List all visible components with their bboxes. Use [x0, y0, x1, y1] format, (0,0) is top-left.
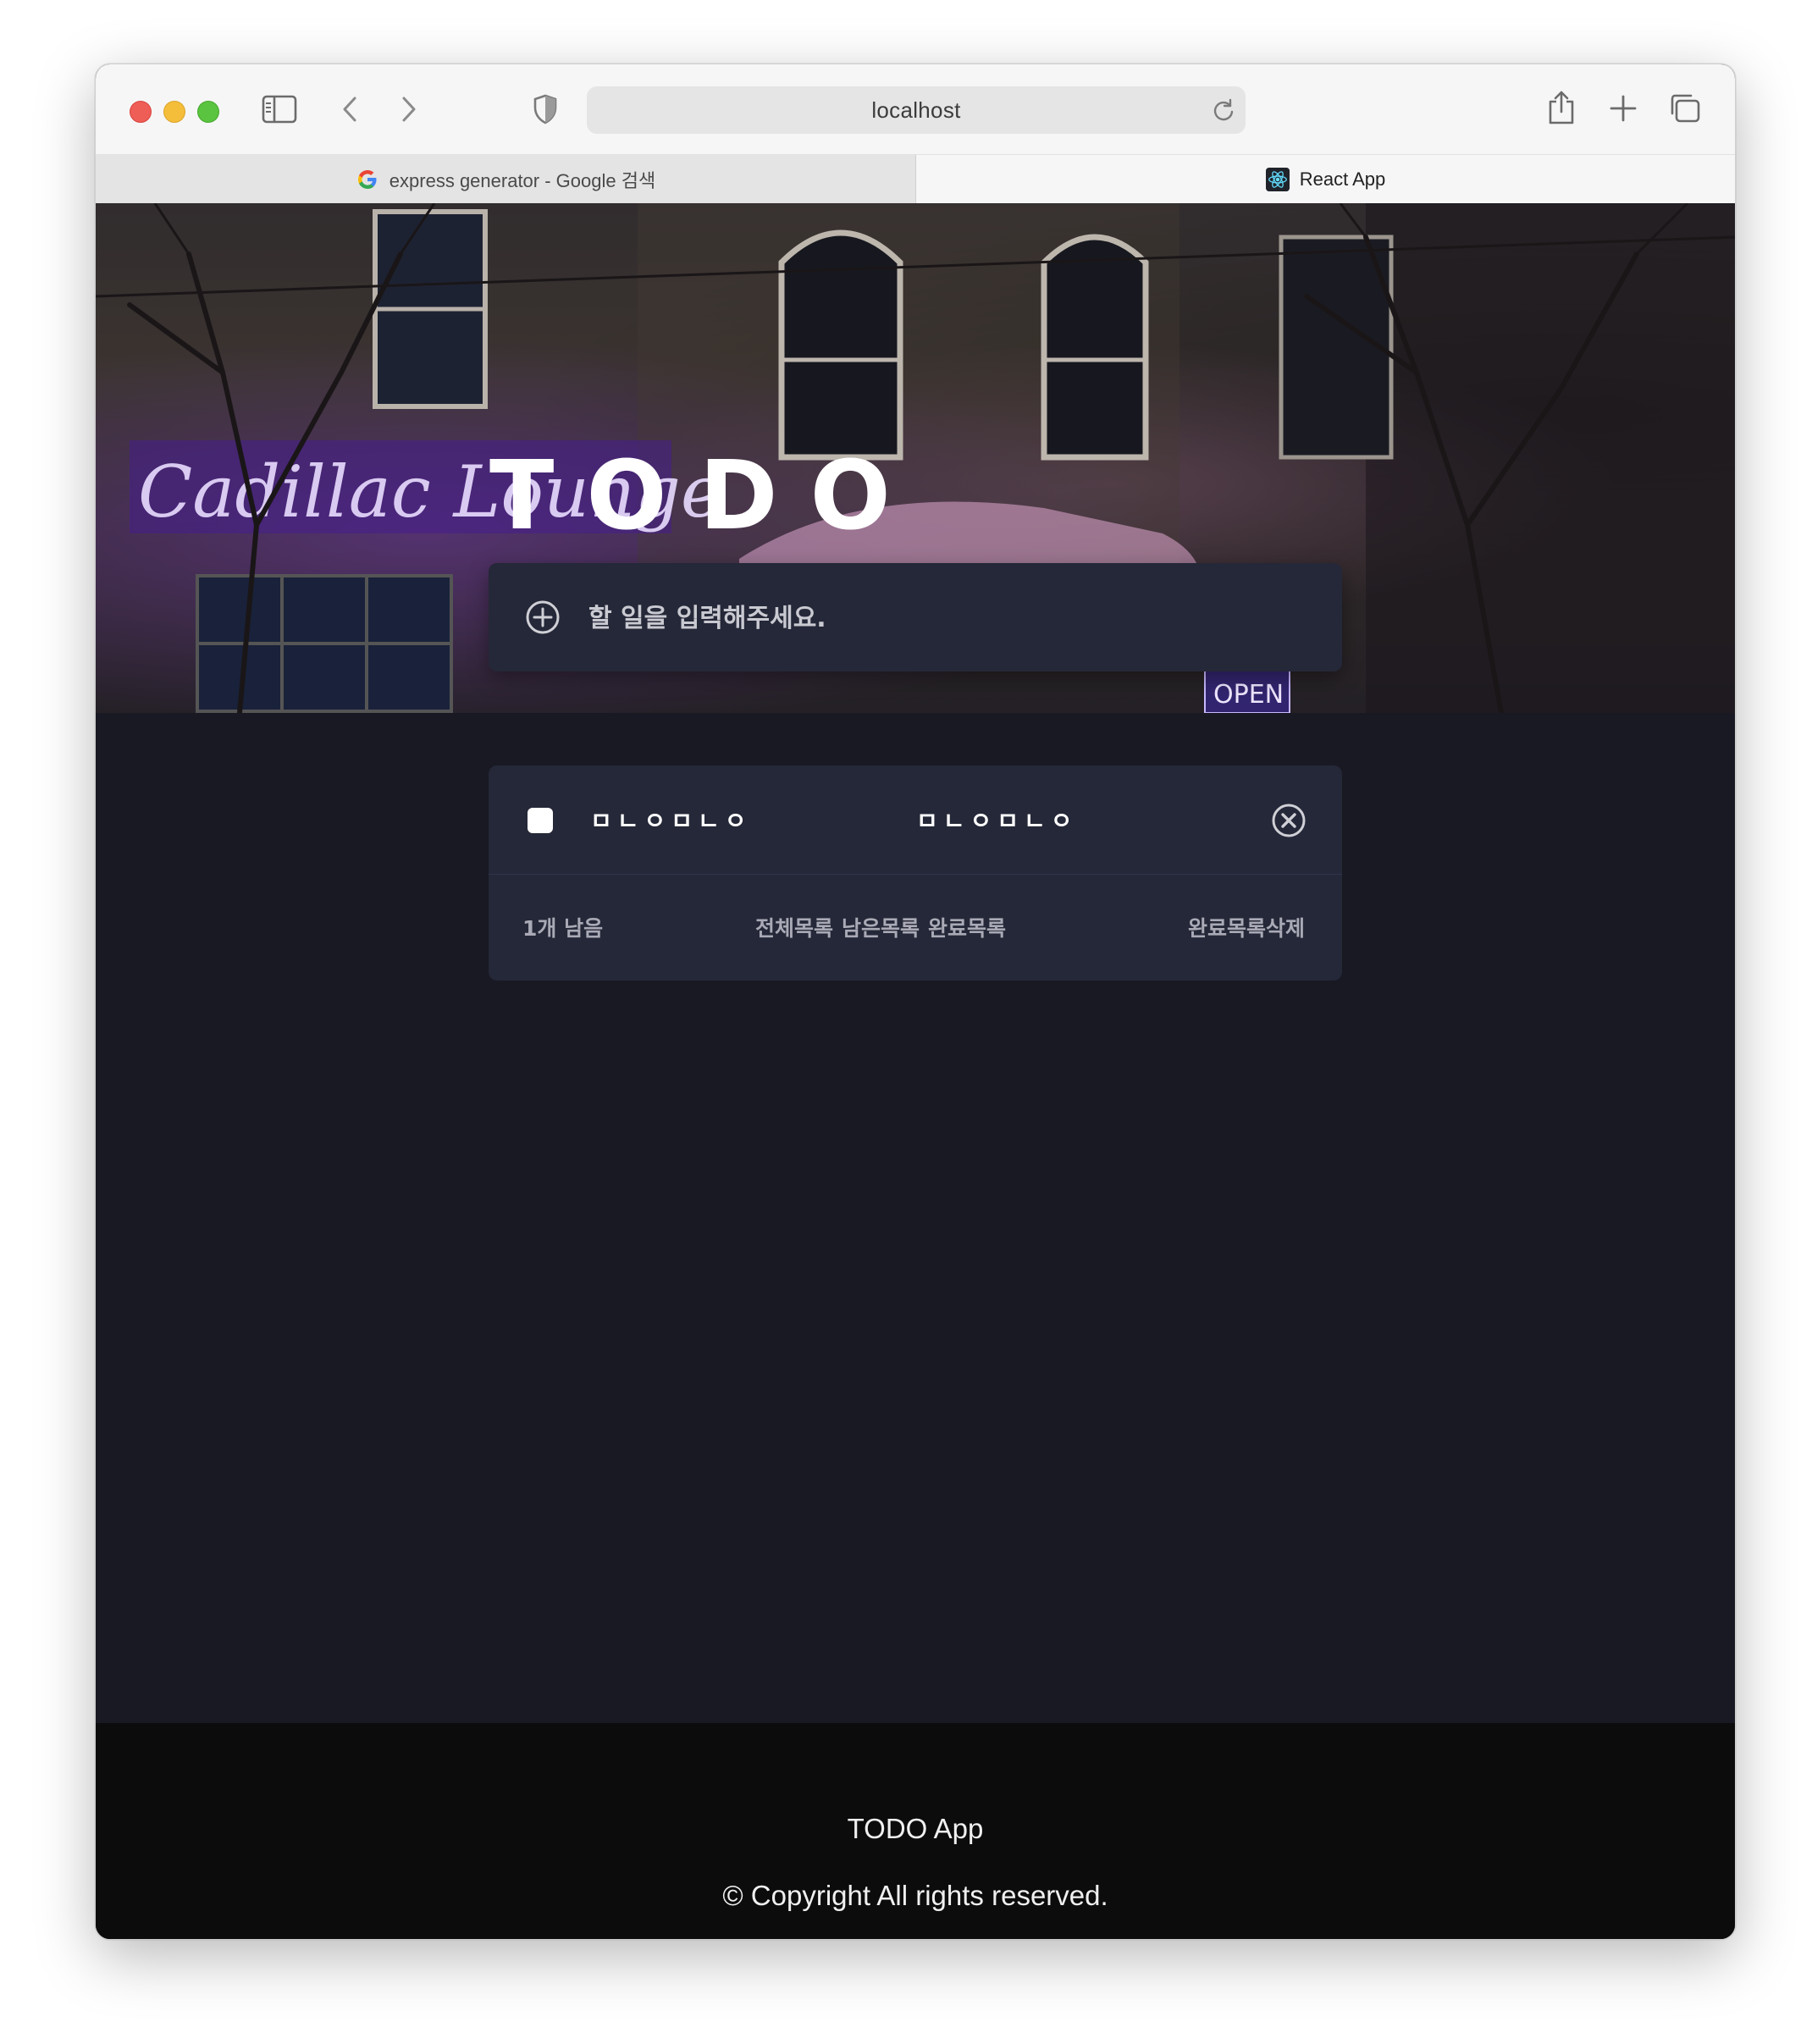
- minimize-window-button[interactable]: [163, 101, 185, 123]
- svg-text:OPEN: OPEN: [1213, 680, 1284, 710]
- sidebar-toggle-icon[interactable]: [262, 95, 297, 124]
- browser-window: localhost express generator - Google 검색 …: [95, 64, 1736, 1940]
- reload-icon[interactable]: [1212, 98, 1235, 126]
- todo-list-footer: 1개 남음 전체목록 남은목록 완료목록 완료목록삭제: [489, 875, 1342, 981]
- add-circle-icon[interactable]: [524, 599, 561, 640]
- filter-group: 전체목록 남은목록 완료목록: [755, 912, 1006, 942]
- add-todo-box: [489, 563, 1342, 671]
- todo-item: ㅁㄴㅇㅁㄴㅇ ㅁㄴㅇㅁㄴㅇ: [489, 765, 1342, 875]
- todo-list-card: ㅁㄴㅇㅁㄴㅇ ㅁㄴㅇㅁㄴㅇ 1개 남음 전체목록 남은목록 완료목록 완료목록삭…: [489, 765, 1342, 981]
- todo-input[interactable]: [587, 592, 1318, 644]
- filter-all-button[interactable]: 전체목록: [755, 912, 833, 942]
- todo-checkbox[interactable]: [528, 808, 553, 833]
- share-icon[interactable]: [1547, 90, 1576, 125]
- back-icon[interactable]: [340, 95, 360, 124]
- site-footer: TODO App © Copyright All rights reserved…: [96, 1723, 1735, 1939]
- url-text: localhost: [871, 97, 961, 123]
- hero-banner: Cadillac Lounge OPEN TODO 할 일을 입력해주세요.: [96, 203, 1735, 713]
- tab-react-app[interactable]: React App: [916, 155, 1735, 203]
- tab-google-search[interactable]: express generator - Google 검색: [96, 155, 916, 203]
- forward-icon[interactable]: [399, 95, 419, 124]
- tab-label: express generator - Google 검색: [389, 169, 656, 191]
- filter-done-button[interactable]: 완료목록: [928, 912, 1006, 942]
- tab-overview-icon[interactable]: [1669, 93, 1701, 124]
- tab-label: React App: [1299, 168, 1386, 190]
- footer-copyright: © Copyright All rights reserved.: [722, 1880, 1108, 1911]
- todo-text[interactable]: ㅁㄴㅇㅁㄴㅇ: [590, 803, 752, 837]
- delete-circle-icon[interactable]: [1271, 803, 1307, 842]
- zoom-window-button[interactable]: [197, 101, 219, 123]
- tab-strip: express generator - Google 검색 React App: [96, 154, 1735, 203]
- address-bar[interactable]: localhost: [587, 86, 1246, 134]
- remaining-count: 1개 남음: [522, 916, 604, 941]
- todo-edit-text[interactable]: ㅁㄴㅇㅁㄴㅇ: [916, 803, 1078, 837]
- clear-done-button[interactable]: 완료목록삭제: [1188, 912, 1305, 942]
- react-icon: [1265, 167, 1290, 191]
- privacy-shield-icon[interactable]: [533, 94, 558, 124]
- close-window-button[interactable]: [130, 101, 152, 123]
- google-icon: [356, 168, 379, 191]
- filter-active-button[interactable]: 남은목록: [842, 912, 920, 942]
- browser-toolbar: localhost: [96, 64, 1735, 154]
- footer-title: TODO App: [847, 1813, 984, 1844]
- page-content: Cadillac Lounge OPEN TODO 할 일을 입력해주세요. ㅁ…: [96, 203, 1735, 1939]
- new-tab-icon[interactable]: [1610, 95, 1637, 122]
- hero-title: TODO: [489, 441, 923, 551]
